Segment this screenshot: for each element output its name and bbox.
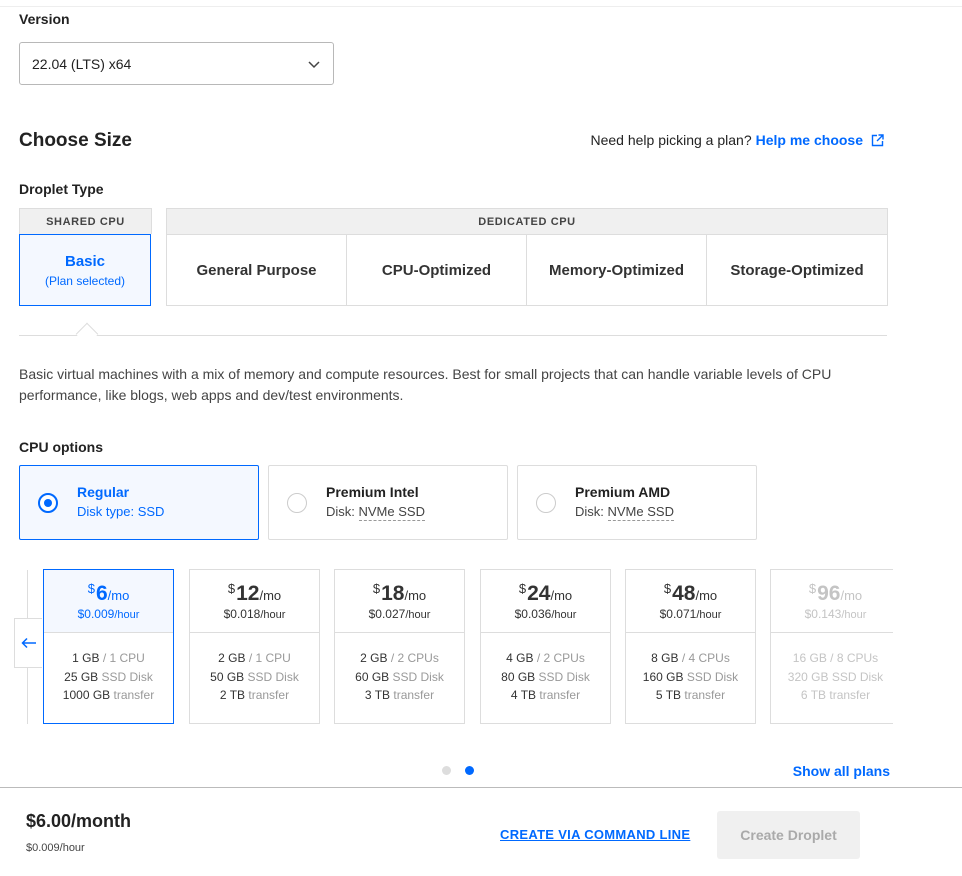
plan-transfer: 4 TB transfer: [510, 688, 581, 702]
droplet-type-label: Droplet Type: [19, 181, 104, 197]
plan-specs: 16 GB / 8 CPUs 320 GB SSD Disk 6 TB transf…: [771, 633, 893, 705]
cpu-option-disk: Disk: NVMe SSD: [326, 504, 425, 521]
plan-monthly-price: $24/mo: [518, 581, 573, 605]
plan-specs: 4 GB / 2 CPUs 80 GB SSD Disk 4 TB transfer: [481, 633, 610, 705]
tab-label: Storage-Optimized: [730, 261, 864, 279]
plan-card[interactable]: $6/mo $0.009/hour 1 GB / 1 CPU 25 GB SSD Di…: [43, 569, 174, 724]
plan-memory-cpu: 16 GB / 8 CPUs: [792, 651, 879, 665]
plan-memory-cpu: 1 GB / 1 CPU: [72, 651, 145, 665]
cpu-option-disk: Disk: NVMe SSD: [575, 504, 674, 521]
plan-specs: 2 GB / 2 CPUs 60 GB SSD Disk 3 TB transfer: [335, 633, 464, 705]
cpu-option-disk: Disk type: SSD: [77, 504, 165, 519]
plan-specs: 1 GB / 1 CPU 25 GB SSD Disk 1000 GB transf…: [44, 633, 173, 705]
top-divider: [0, 6, 962, 7]
plan-monthly-price: $96/mo: [808, 581, 863, 605]
carousel-dot-1[interactable]: [442, 766, 451, 775]
footer-bar: $6.00/month $0.009/hour CREATE VIA COMMA…: [0, 787, 962, 876]
plan-memory-cpu: 8 GB / 4 CPUs: [651, 651, 730, 665]
plan-hourly-price: $0.027/hour: [368, 607, 431, 621]
section-divider: [19, 335, 887, 336]
plan-hourly-price: $0.071/hour: [659, 607, 722, 621]
plan-hourly-price: $0.143/hour: [804, 607, 867, 621]
tab-basic-title: Basic: [64, 252, 106, 270]
plan-monthly-price: $18/mo: [372, 581, 427, 605]
help-me-choose-link[interactable]: Help me choose: [756, 132, 863, 148]
plan-price-block: $6/mo $0.009/hour: [44, 570, 173, 633]
plan-memory-cpu: 2 GB / 2 CPUs: [360, 651, 439, 665]
tab-general-purpose[interactable]: General Purpose: [166, 234, 347, 306]
plan-monthly-price: $12/mo: [227, 581, 282, 605]
plan-disk: 25 GB SSD Disk: [64, 669, 153, 684]
plan-hourly-price: $0.018/hour: [223, 607, 286, 621]
arrow-left-icon: [20, 637, 36, 649]
chevron-down-icon: [308, 61, 320, 69]
plan-card[interactable]: $18/mo $0.027/hour 2 GB / 2 CPUs 60 GB SSD …: [334, 569, 465, 724]
plan-disk: 60 GB SSD Disk: [355, 669, 444, 684]
choose-size-heading: Choose Size: [19, 130, 132, 151]
tab-cpu-optimized[interactable]: CPU-Optimized: [346, 234, 527, 306]
help-picking-plan: Need help picking a plan? Help me choose: [591, 132, 885, 148]
plan-price-block: $48/mo $0.071/hour: [626, 570, 755, 633]
plan-card[interactable]: $48/mo $0.071/hour 8 GB / 4 CPUs 160 GB SSD…: [625, 569, 756, 724]
plan-transfer: 1000 GB transfer: [62, 688, 155, 702]
plan-specs: 2 GB / 1 CPU 50 GB SSD Disk 2 TB transfer: [190, 633, 319, 705]
plan-card[interactable]: $12/mo $0.018/hour 2 GB / 1 CPU 50 GB SSD D…: [189, 569, 320, 724]
cpu-option-name: Premium AMD: [575, 484, 671, 500]
tab-storage-optimized[interactable]: Storage-Optimized: [706, 234, 888, 306]
tab-label: Memory-Optimized: [548, 261, 684, 279]
show-all-plans-link[interactable]: Show all plans: [793, 763, 890, 779]
tab-label: General Purpose: [196, 261, 317, 279]
shared-cpu-header: SHARED CPU: [19, 208, 152, 234]
plan-price-block: $24/mo $0.036/hour: [481, 570, 610, 633]
version-select[interactable]: 22.04 (LTS) x64: [19, 42, 334, 85]
plan-price-block: $18/mo $0.027/hour: [335, 570, 464, 633]
cpu-options-label: CPU options: [19, 439, 103, 455]
plan-monthly-price: $48/mo: [663, 581, 718, 605]
tab-memory-optimized[interactable]: Memory-Optimized: [526, 234, 707, 306]
version-value: 22.04 (LTS) x64: [32, 56, 132, 72]
plan-disk: 320 GB SSD Disk: [787, 669, 884, 684]
radio-unselected-icon[interactable]: [287, 493, 307, 513]
plan-disk: 50 GB SSD Disk: [210, 669, 299, 684]
plan-description: Basic virtual machines with a mix of mem…: [19, 366, 832, 403]
cpu-option-premium-intel[interactable]: Premium Intel Disk: NVMe SSD: [268, 465, 508, 540]
plan-price-block: $96/mo $0.143/hour: [771, 570, 893, 633]
plan-monthly-price: $6/mo: [87, 581, 130, 605]
plan-card[interactable]: $24/mo $0.036/hour 4 GB / 2 CPUs 80 GB SSD …: [480, 569, 611, 724]
tab-label: CPU-Optimized: [381, 261, 492, 279]
plan-transfer: 2 TB transfer: [219, 688, 290, 702]
plan-memory-cpu: 2 GB / 1 CPU: [218, 651, 291, 665]
create-via-command-line-link[interactable]: CREATE VIA COMMAND LINE: [500, 827, 690, 842]
carousel-dot-2[interactable]: [465, 766, 474, 775]
create-droplet-button[interactable]: Create Droplet: [717, 811, 860, 859]
help-text: Need help picking a plan?: [590, 132, 752, 148]
external-link-icon[interactable]: [871, 133, 884, 147]
plan-price-block: $12/mo $0.018/hour: [190, 570, 319, 633]
footer-hourly-price: $0.009/hour: [26, 842, 85, 854]
cpu-option-regular[interactable]: Regular Disk type: SSD: [19, 465, 259, 540]
plan-disk: 160 GB SSD Disk: [642, 669, 739, 684]
selected-tab-pointer: [75, 322, 99, 346]
plan-transfer: 3 TB transfer: [364, 688, 435, 702]
plan-specs: 8 GB / 4 CPUs 160 GB SSD Disk 5 TB transfe…: [626, 633, 755, 705]
plan-carousel: $6/mo $0.009/hour 1 GB / 1 CPU 25 GB SSD Di…: [43, 569, 893, 724]
plan-disk: 80 GB SSD Disk: [501, 669, 590, 684]
radio-selected-icon[interactable]: [38, 493, 58, 513]
version-label: Version: [19, 11, 70, 27]
cpu-option-premium-amd[interactable]: Premium AMD Disk: NVMe SSD: [517, 465, 757, 540]
plan-transfer: 5 TB transfer: [655, 688, 726, 702]
radio-unselected-icon[interactable]: [536, 493, 556, 513]
tab-basic[interactable]: Basic (Plan selected): [19, 234, 151, 306]
plan-hourly-price: $0.036/hour: [514, 607, 577, 621]
cpu-option-name: Premium Intel: [326, 484, 419, 500]
carousel-prev-button[interactable]: [14, 618, 42, 668]
plan-memory-cpu: 4 GB / 2 CPUs: [506, 651, 585, 665]
footer-monthly-price: $6.00/month: [26, 811, 132, 831]
plan-card[interactable]: $96/mo $0.143/hour 16 GB / 8 CPUs 320 GB SS…: [770, 569, 893, 724]
tab-basic-subtitle: (Plan selected): [44, 273, 126, 288]
dedicated-cpu-header: DEDICATED CPU: [166, 208, 888, 234]
cpu-option-name: Regular: [77, 484, 130, 500]
plan-hourly-price: $0.009/hour: [77, 607, 140, 621]
plan-transfer: 6 TB transfer: [800, 688, 871, 702]
